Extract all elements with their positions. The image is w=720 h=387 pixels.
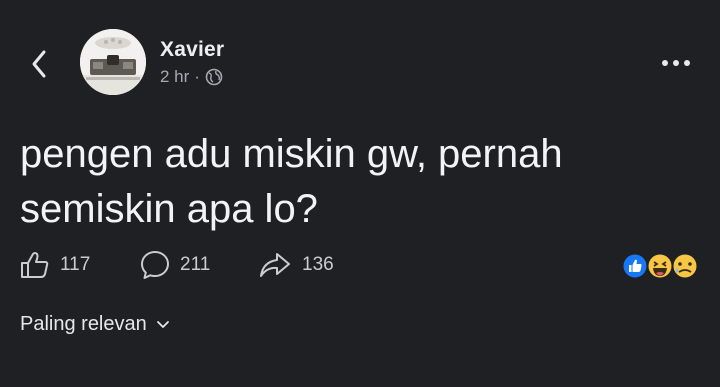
meta-separator: ·	[194, 67, 200, 86]
haha-reaction-icon	[646, 252, 674, 280]
more-horizontal-icon	[662, 60, 690, 66]
like-reaction-icon	[621, 252, 649, 280]
comment-count: 211	[180, 254, 211, 275]
comment-button[interactable]: 211	[140, 250, 210, 280]
more-options-button[interactable]	[658, 55, 694, 71]
author-avatar[interactable]	[80, 29, 146, 95]
share-button[interactable]: 136	[258, 250, 334, 280]
reaction-icons	[621, 252, 699, 280]
like-count: 117	[60, 254, 91, 275]
back-button[interactable]	[22, 44, 56, 84]
share-count: 136	[302, 254, 334, 275]
post-meta: 2 hr ·	[160, 67, 223, 87]
comment-bubble-icon	[141, 251, 169, 279]
post-time[interactable]: 2 hr	[160, 67, 189, 87]
avatar-image	[80, 29, 146, 95]
post-text: pengen adu miskin gw, pernah semiskin ap…	[20, 132, 563, 231]
thumbs-up-icon	[21, 252, 49, 278]
share-arrow-icon	[260, 253, 290, 277]
globe-icon	[205, 68, 223, 86]
sort-label: Paling relevan	[20, 313, 147, 335]
chevron-left-icon	[32, 50, 46, 78]
reaction-summary[interactable]	[620, 251, 700, 281]
chevron-down-icon	[156, 320, 169, 328]
comment-sort-dropdown[interactable]: Paling relevan	[20, 313, 170, 336]
author-name[interactable]: Xavier	[160, 38, 224, 62]
sad-reaction-icon	[671, 252, 699, 280]
like-button[interactable]: 117	[20, 250, 90, 280]
